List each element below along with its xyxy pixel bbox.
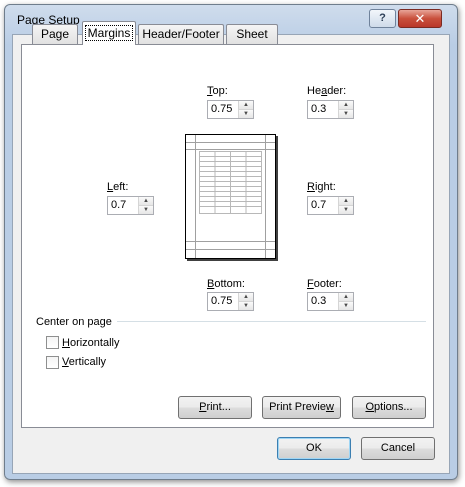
spin-down-icon[interactable]: ▼ xyxy=(239,110,253,118)
bottom-margin-label-rest: ottom: xyxy=(214,278,245,290)
spin-up-icon[interactable]: ▲ xyxy=(339,197,353,206)
spinner-arrows: ▲ ▼ xyxy=(338,101,353,118)
print-preview-button-mnemonic: w xyxy=(325,401,334,413)
bottom-margin-spinner[interactable]: 0.75 ▲ ▼ xyxy=(207,292,254,311)
cancel-button[interactable]: Cancel xyxy=(361,437,435,460)
options-button-mnemonic: O xyxy=(365,401,375,413)
spin-down-icon[interactable]: ▼ xyxy=(139,206,153,214)
print-button[interactable]: Print... xyxy=(178,396,252,419)
spin-down-icon[interactable]: ▼ xyxy=(339,302,353,310)
group-divider xyxy=(117,321,426,322)
right-margin-spinner[interactable]: 0.7 ▲ ▼ xyxy=(307,196,354,215)
page-preview-graphic xyxy=(186,135,275,258)
header-margin-label: Header: xyxy=(307,85,346,97)
tab-sheet-label: Sheet xyxy=(236,27,268,41)
right-margin-label-rest: ight: xyxy=(314,181,336,193)
header-margin-spinner[interactable]: 0.3 ▲ ▼ xyxy=(307,100,354,119)
tab-margins-label: Margins xyxy=(84,25,134,41)
bottom-margin-label: Bottom: xyxy=(207,278,245,290)
top-margin-label-rest: op: xyxy=(212,85,228,97)
right-margin-label: Right: xyxy=(307,181,336,193)
options-button[interactable]: Options... xyxy=(352,396,426,419)
page-preview xyxy=(185,134,276,259)
horizontally-label-rest: orizontally xyxy=(69,337,120,349)
tab-header-footer-label: Header/Footer xyxy=(142,27,220,41)
bottom-margin-value: 0.75 xyxy=(211,295,233,307)
spinner-arrows: ▲ ▼ xyxy=(238,293,253,310)
tab-page[interactable]: Page xyxy=(32,24,78,44)
help-button[interactable]: ? xyxy=(369,9,396,28)
header-margin-label-rest: der: xyxy=(327,85,347,97)
spinner-arrows: ▲ ▼ xyxy=(338,293,353,310)
print-preview-button[interactable]: Print Preview xyxy=(262,396,341,419)
spin-down-icon[interactable]: ▼ xyxy=(239,302,253,310)
ok-button[interactable]: OK xyxy=(277,437,351,460)
right-margin-label-mnemonic: R xyxy=(307,181,315,193)
vertically-checkbox[interactable] xyxy=(46,356,59,369)
footer-margin-label: Footer: xyxy=(307,278,342,290)
left-margin-label-rest: eft: xyxy=(113,181,129,193)
horizontally-label[interactable]: Horizontally xyxy=(62,337,119,349)
center-on-page-heading: Center on page xyxy=(36,316,112,328)
tab-page-label: Page xyxy=(40,27,70,41)
spin-down-icon[interactable]: ▼ xyxy=(339,206,353,214)
options-button-rest: ptions... xyxy=(374,401,413,413)
footer-margin-label-mnemonic: F xyxy=(307,278,314,290)
header-margin-label-pre: He xyxy=(307,85,322,97)
spinner-arrows: ▲ ▼ xyxy=(238,101,253,118)
top-margin-spinner[interactable]: 0.75 ▲ ▼ xyxy=(207,100,254,119)
tab-header-footer[interactable]: Header/Footer xyxy=(138,24,224,44)
left-margin-value: 0.7 xyxy=(111,199,127,211)
left-margin-label: Left: xyxy=(107,181,128,193)
spin-up-icon[interactable]: ▲ xyxy=(239,101,253,110)
footer-margin-value: 0.3 xyxy=(311,295,327,307)
print-preview-button-pre: Print Previe xyxy=(269,401,326,413)
footer-margin-spinner[interactable]: 0.3 ▲ ▼ xyxy=(307,292,354,311)
header-margin-value: 0.3 xyxy=(311,103,327,115)
spinner-arrows: ▲ ▼ xyxy=(138,197,153,214)
close-button[interactable]: ✕ xyxy=(398,9,442,28)
vertically-label-mnemonic: V xyxy=(62,356,69,368)
vertically-label-rest: ertically xyxy=(68,356,107,368)
top-margin-value: 0.75 xyxy=(211,103,233,115)
tab-margins[interactable]: Margins xyxy=(82,21,136,45)
horizontally-label-mnemonic: H xyxy=(62,337,70,349)
spin-up-icon[interactable]: ▲ xyxy=(139,197,153,206)
footer-margin-label-rest: ooter: xyxy=(313,278,342,290)
spin-up-icon[interactable]: ▲ xyxy=(339,101,353,110)
horizontally-checkbox[interactable] xyxy=(46,336,59,349)
tab-sheet[interactable]: Sheet xyxy=(226,24,278,44)
top-margin-label: Top: xyxy=(207,85,228,97)
spin-up-icon[interactable]: ▲ xyxy=(239,293,253,302)
spinner-arrows: ▲ ▼ xyxy=(338,197,353,214)
vertically-label[interactable]: Vertically xyxy=(62,356,106,368)
right-margin-value: 0.7 xyxy=(311,199,327,211)
spin-down-icon[interactable]: ▼ xyxy=(339,110,353,118)
print-button-rest: rint... xyxy=(206,401,231,413)
left-margin-spinner[interactable]: 0.7 ▲ ▼ xyxy=(107,196,154,215)
spin-up-icon[interactable]: ▲ xyxy=(339,293,353,302)
